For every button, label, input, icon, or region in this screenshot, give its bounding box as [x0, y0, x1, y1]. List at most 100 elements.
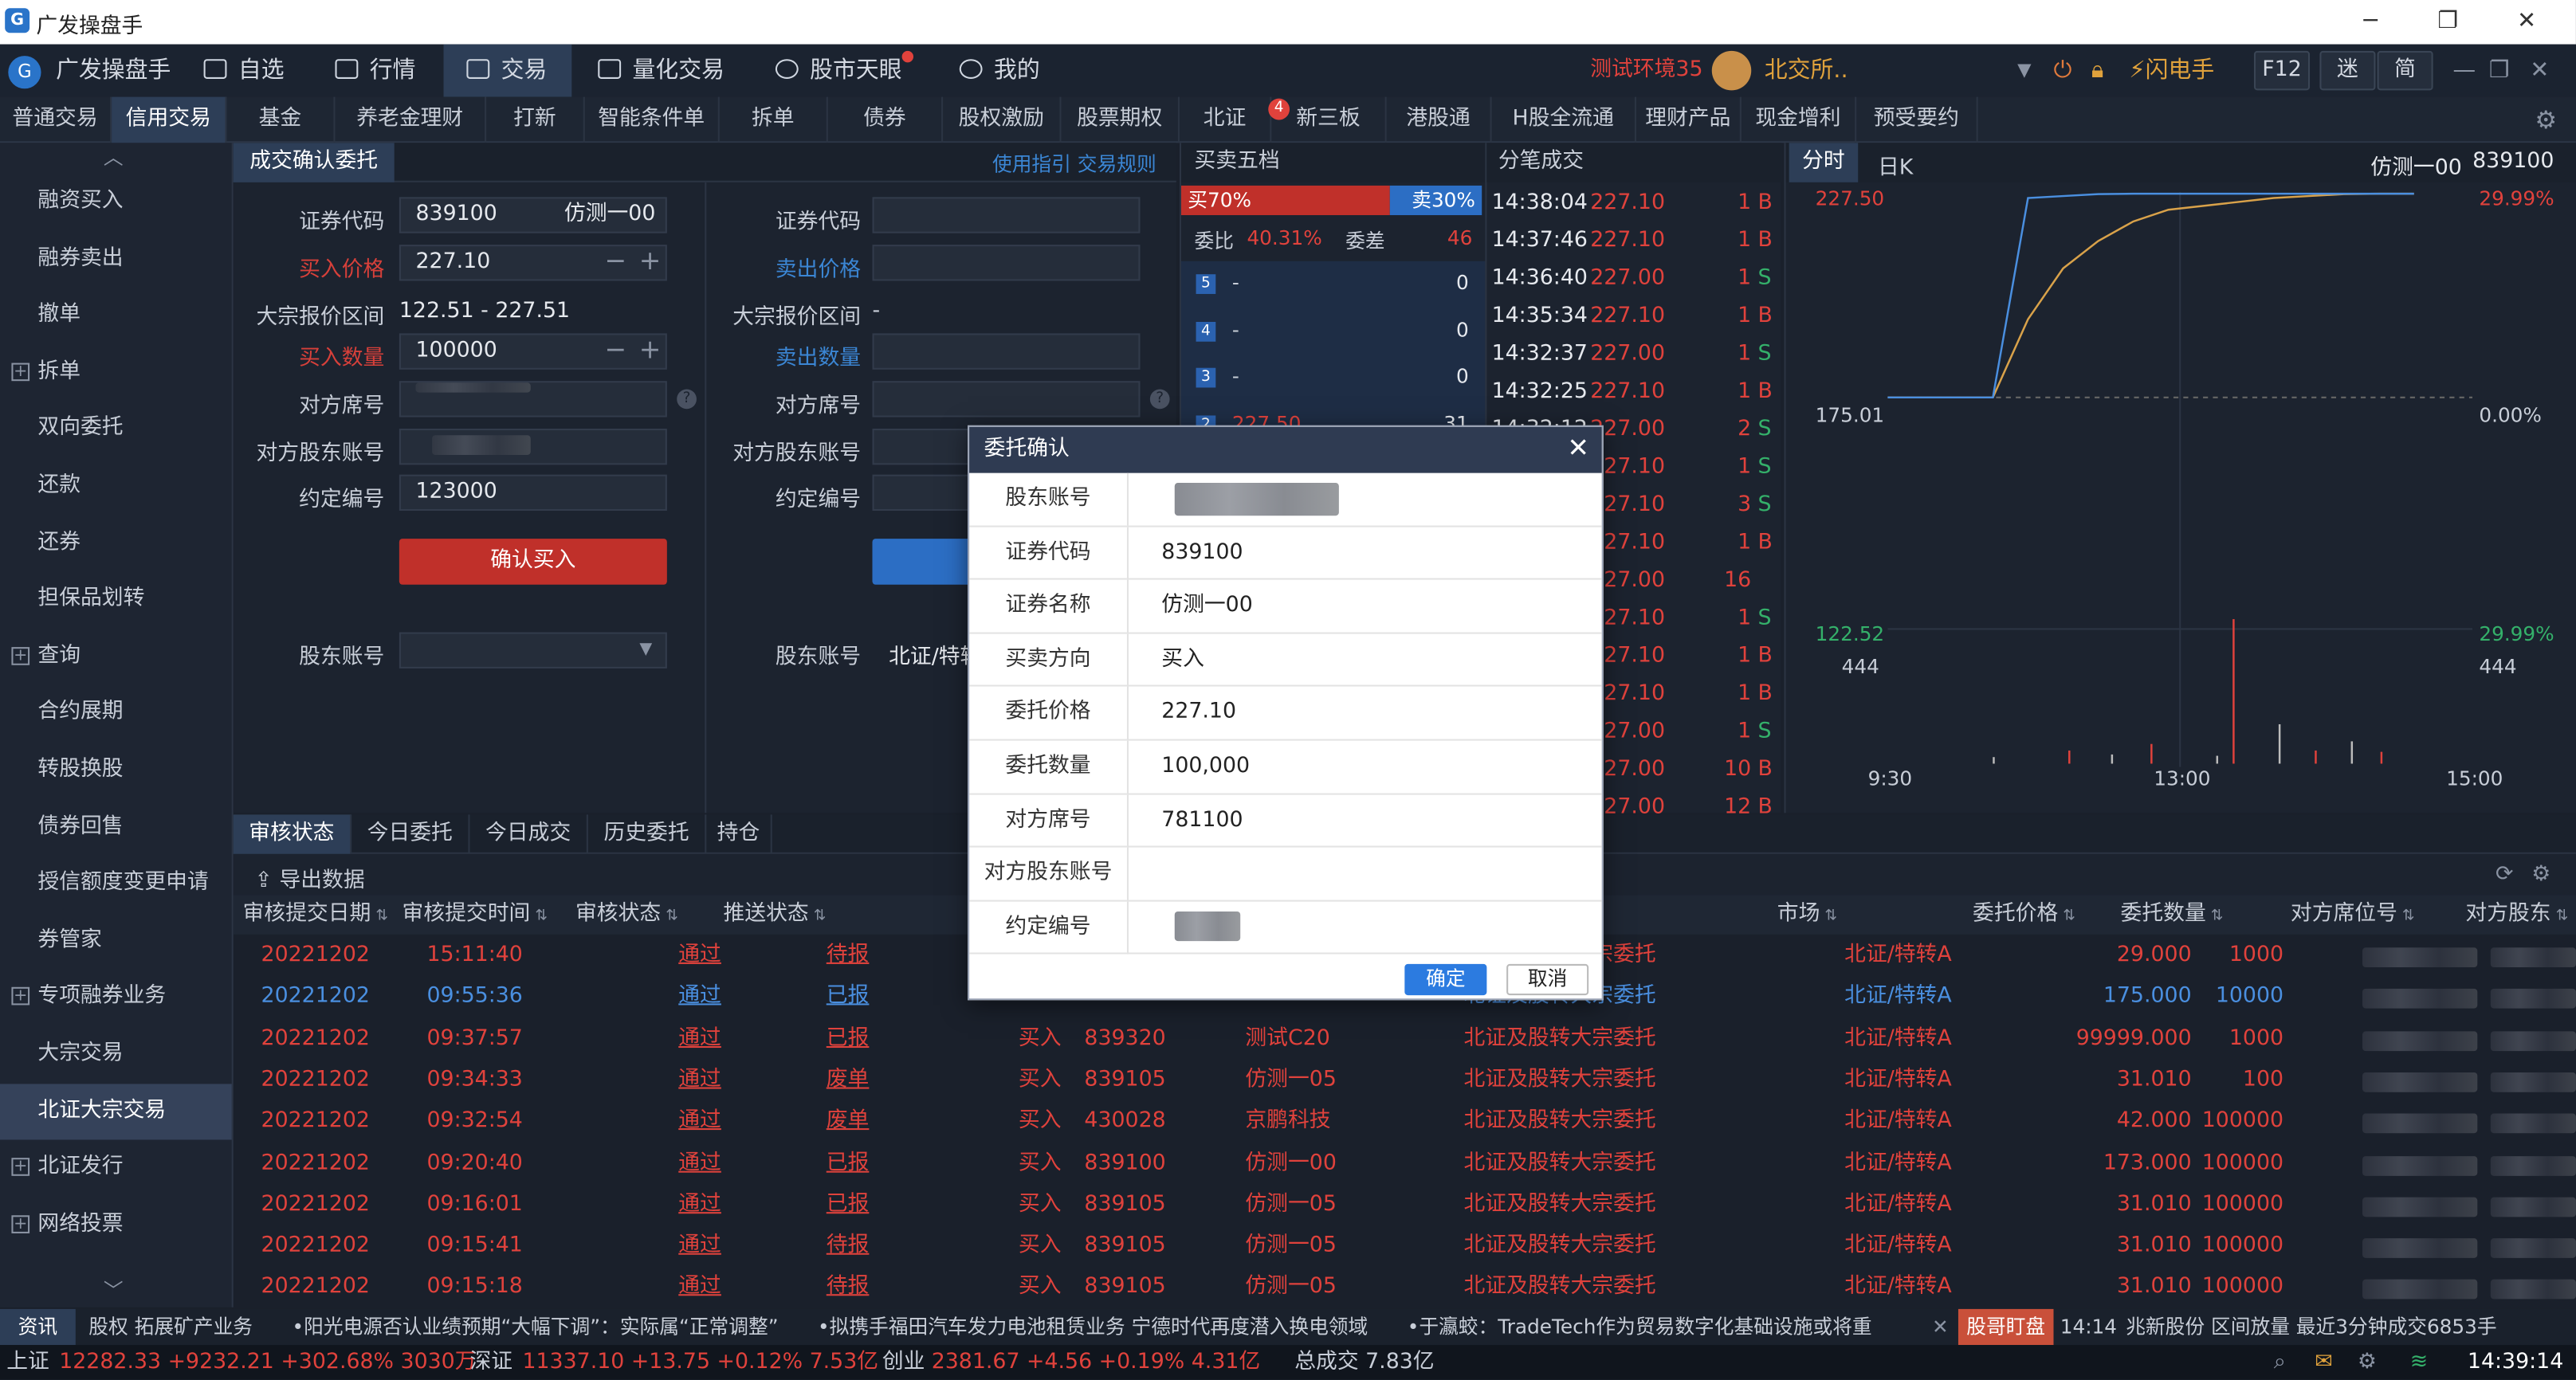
f12-button[interactable]: F12 [2253, 50, 2311, 91]
buy-qty-input[interactable]: 100000 [399, 333, 667, 370]
sidebar-item-15[interactable]: 大宗交易 [0, 1026, 232, 1083]
tab-8[interactable]: 股权激励 [943, 96, 1062, 143]
tab-intraday[interactable]: 分时 [1789, 143, 1859, 182]
news-text[interactable]: 股权 拓展矿产业务 •阳光电源否认业绩预期“大幅下调”：实际属“正常调整” •拟… [88, 1309, 1871, 1345]
status-gear-icon[interactable]: ⚙ [2358, 1345, 2377, 1379]
simple-button[interactable]: 简 [2377, 50, 2433, 91]
export-button[interactable]: ⇪ 导出数据 [254, 862, 364, 893]
avatar[interactable] [1711, 50, 1752, 91]
sidebar-item-2[interactable]: 撤单 [0, 288, 232, 344]
sell-qty-input[interactable] [872, 333, 1141, 370]
nav-quant[interactable]: 量化交易 [582, 45, 746, 97]
column-header-2[interactable]: 审核状态 ⇅ [548, 895, 705, 934]
sidebar-item-13[interactable]: 券管家 [0, 913, 232, 970]
tab-4[interactable]: 打新 [486, 96, 585, 143]
price-plus-button[interactable]: + [639, 245, 662, 276]
scroll-up-icon[interactable]: ︿ [104, 143, 124, 171]
ok-button[interactable]: 确定 [1404, 963, 1487, 996]
qty-plus-button[interactable]: + [639, 333, 662, 364]
table-row[interactable]: 20221202 09:16:01 通过 已报 买入 839105 仿测一05 北证及股转大宗… [234, 1184, 2576, 1225]
column-header-4[interactable] [844, 895, 956, 934]
sidebar-item-17[interactable]: + 北证发行 [0, 1140, 232, 1197]
sidebar-item-7[interactable]: 担保品划转 [0, 572, 232, 629]
tab-14[interactable]: 理财产品 [1636, 96, 1742, 143]
mail-icon[interactable]: ✉ [2315, 1345, 2332, 1379]
tab-13[interactable]: H股全流通 [1492, 96, 1636, 143]
bottom-tab-1[interactable]: 今日委托 [351, 814, 470, 854]
search-icon[interactable]: ⌕ [2274, 1345, 2286, 1379]
ticker-close-icon[interactable]: ✕ [1932, 1309, 1949, 1345]
nav-restore-icon[interactable]: ❐ [2489, 45, 2510, 97]
settings-gear-icon[interactable]: ⚙ [2535, 105, 2557, 135]
sell-contract-input[interactable] [872, 474, 972, 512]
sell-code-input[interactable] [872, 197, 1141, 233]
account-name[interactable]: 北交所.. [1765, 45, 1848, 97]
tab-2[interactable]: 基金 [226, 96, 336, 143]
buy-price-input[interactable]: 227.10 [399, 245, 667, 281]
seat-input[interactable] [399, 381, 667, 418]
holder-select[interactable]: ▼ [399, 632, 667, 668]
table-row[interactable]: 20221202 09:20:40 通过 已报 买入 839100 仿测一00 北证及股转大宗… [234, 1143, 2576, 1184]
sidebar-item-5[interactable]: 还款 [0, 458, 232, 515]
qty-minus-button[interactable]: − [605, 333, 627, 364]
column-header-12[interactable]: 对方股东 ⇅ [2451, 895, 2576, 934]
tab-5[interactable]: 智能条件单 [585, 96, 720, 143]
sell-partner-input[interactable] [872, 428, 972, 465]
sidebar-item-10[interactable]: 转股换股 [0, 743, 232, 799]
tab-9[interactable]: 股票期权 [1062, 96, 1180, 143]
price-minus-button[interactable]: − [605, 245, 627, 276]
sidebar-item-18[interactable]: + 网络投票 [0, 1197, 232, 1253]
cancel-button[interactable]: 取消 [1506, 963, 1589, 996]
table-row[interactable]: 20221202 09:15:18 通过 待报 买入 839105 仿测一05 北证及股转大宗… [234, 1267, 2576, 1308]
bottom-tab-4[interactable]: 持仓 [706, 814, 772, 854]
tab-16[interactable]: 预受要约 [1856, 96, 1978, 143]
sidebar-item-9[interactable]: 合约展期 [0, 685, 232, 742]
tab-1[interactable]: 信用交易 [112, 96, 227, 143]
confirm-sell-button[interactable] [872, 539, 972, 585]
sidebar-item-11[interactable]: 债券回售 [0, 799, 232, 856]
sidebar-item-14[interactable]: + 专项融券业务 [0, 970, 232, 1026]
table-row[interactable]: 20221202 09:15:41 通过 待报 买入 839105 仿测一05 北证及股转大宗… [234, 1225, 2576, 1267]
sidebar-item-6[interactable]: 还券 [0, 515, 232, 571]
contract-input[interactable]: 123000 [399, 474, 667, 512]
tab-daily-k[interactable]: 日K [1878, 150, 1913, 181]
lock-icon[interactable]: 🔒︎ [2091, 45, 2103, 97]
maximize-button[interactable]: ❐ [2410, 0, 2486, 45]
column-header-1[interactable]: 审核提交时间 ⇅ [401, 895, 549, 934]
column-header-3[interactable]: 推送状态 ⇅ [705, 895, 844, 934]
tab-0[interactable]: 普通交易 [0, 96, 112, 143]
sidebar-item-0[interactable]: 融资买入 [0, 174, 232, 230]
sell-help-icon[interactable]: ? [1149, 389, 1170, 410]
tab-15[interactable]: 现金增利 [1742, 96, 1857, 143]
nav-market[interactable]: 行情 [319, 45, 434, 97]
column-header-11[interactable]: 对方席位号 ⇅ [2254, 895, 2451, 934]
power-icon[interactable]: ⏻ [2054, 45, 2072, 97]
column-header-0[interactable]: 审核提交日期 ⇅ [234, 895, 398, 934]
scroll-down-icon[interactable]: ﹀ [104, 1276, 124, 1304]
sell-price-input[interactable] [872, 245, 1141, 281]
nav-watchlist[interactable]: 自选 [187, 45, 302, 97]
sidebar-item-3[interactable]: + 拆单 [0, 344, 232, 401]
tab-12[interactable]: 港股通 [1387, 96, 1492, 143]
help-icon[interactable]: ? [677, 389, 697, 410]
monitor-text[interactable]: 兆新股份 区间放量 最近3分钟成交6853手 [2126, 1309, 2496, 1345]
nav-skyeye[interactable]: 股市天眼 [759, 45, 923, 97]
partner-account-input[interactable] [399, 428, 667, 465]
close-window-button[interactable]: ✕ [2489, 0, 2565, 45]
sidebar-item-12[interactable]: 授信额度变更申请 [0, 856, 232, 912]
flash-button[interactable]: ⚡闪电手 [2129, 45, 2214, 97]
nav-min-icon[interactable]: — [2452, 45, 2476, 97]
tab-10[interactable]: 北证 [1180, 96, 1272, 143]
tab-confirm-order[interactable]: 成交确认委托 [233, 143, 395, 182]
sidebar-item-8[interactable]: + 查询 [0, 629, 232, 685]
sell-seat-input[interactable] [872, 381, 1141, 418]
refresh-icon[interactable]: ⟳ [2496, 862, 2513, 887]
tab-3[interactable]: 养老金理财 [335, 96, 487, 143]
code-input[interactable]: 839100 仿测一00 [399, 197, 667, 233]
table-row[interactable]: 20221202 09:37:57 通过 已报 买入 839320 测试C20 北证及股转大宗… [234, 1017, 2576, 1059]
bottom-tab-0[interactable]: 审核状态 [233, 814, 352, 854]
nav-trade[interactable]: 交易 [443, 44, 572, 97]
column-header-9[interactable]: 委托价格 ⇅ [1958, 895, 2090, 934]
tab-6[interactable]: 拆单 [720, 96, 828, 143]
tab-11[interactable]: 新三板 [1271, 96, 1387, 143]
